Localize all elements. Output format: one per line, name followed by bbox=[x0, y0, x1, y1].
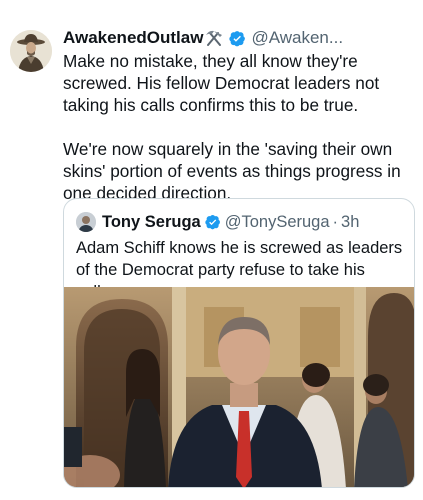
quoted-tweet-timestamp[interactable]: 3h bbox=[341, 213, 359, 232]
profile-photo-image bbox=[76, 212, 96, 232]
hammer-and-pick-icon bbox=[204, 29, 224, 47]
tweet-text: Make no mistake, they all know they're s… bbox=[63, 51, 401, 203]
quoted-author-name[interactable]: Tony Seruga bbox=[102, 213, 201, 232]
verified-badge-icon bbox=[229, 30, 246, 47]
quoted-tweet-header: Tony Seruga @TonySeruga · 3h bbox=[76, 211, 406, 233]
verified-badge-icon bbox=[205, 214, 221, 230]
quoted-tweet-card[interactable]: Tony Seruga @TonySeruga · 3h Adam Schiff… bbox=[63, 198, 415, 488]
author-avatar[interactable] bbox=[10, 30, 52, 72]
cowboy-avatar-image bbox=[10, 30, 52, 72]
quoted-author-avatar[interactable] bbox=[76, 212, 96, 232]
tweet-header: AwakenedOutlaw @Awaken... bbox=[63, 27, 415, 49]
author-name[interactable]: AwakenedOutlaw bbox=[63, 28, 203, 48]
separator-dot: · bbox=[332, 212, 339, 231]
author-handle[interactable]: @Awaken... bbox=[251, 28, 343, 48]
news-photo-image bbox=[64, 287, 414, 487]
quoted-author-handle[interactable]: @TonySeruga bbox=[225, 213, 330, 232]
quoted-tweet-photo[interactable] bbox=[64, 287, 414, 487]
